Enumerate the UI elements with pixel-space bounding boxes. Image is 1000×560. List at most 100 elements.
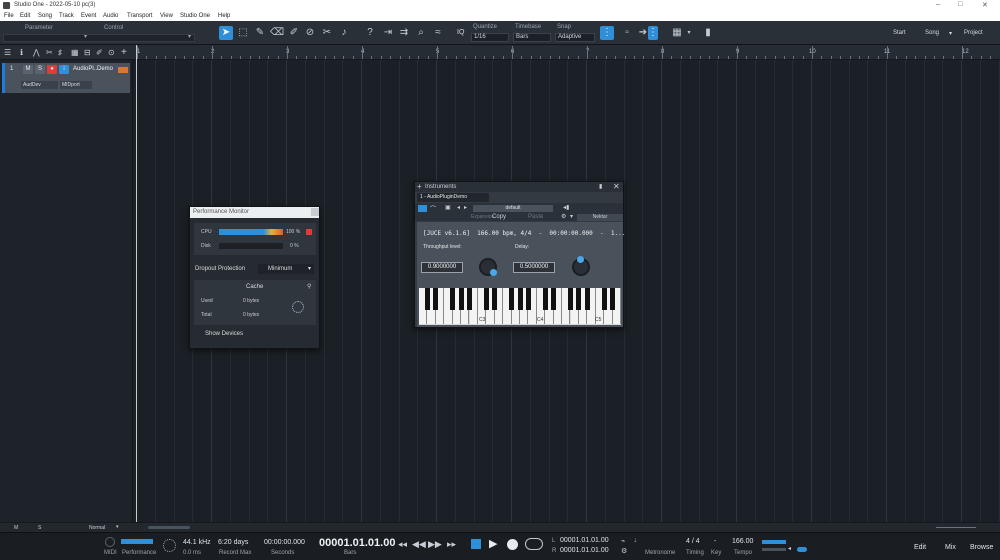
mode-select[interactable]: Normal	[89, 525, 105, 531]
zoom-slider[interactable]	[936, 527, 976, 528]
record-arm-button[interactable]: ●	[47, 65, 57, 74]
edit-icon[interactable]: ✐	[96, 48, 103, 57]
piano-black-key[interactable]	[458, 288, 464, 310]
pencil-tool-button[interactable]: ✎	[253, 26, 267, 40]
piano-black-key[interactable]	[450, 288, 456, 310]
solo-all-button[interactable]: S	[38, 525, 41, 531]
chevron-down-icon[interactable]: ▾	[570, 213, 573, 220]
listen-tool-button[interactable]: ♪	[337, 26, 351, 40]
output-select[interactable]: MIDport	[60, 81, 92, 89]
metronome-icon[interactable]: ♩	[634, 537, 641, 544]
range-tool-button[interactable]: ⬚	[236, 26, 250, 40]
scissor-icon[interactable]: ✂	[46, 48, 53, 57]
add-icon[interactable]: +	[417, 182, 422, 192]
piano-black-key[interactable]	[568, 288, 573, 310]
arrow-tool-button[interactable]: ➤	[219, 26, 233, 40]
project-page-button[interactable]: Project	[964, 30, 983, 36]
key-value[interactable]: -	[714, 538, 716, 545]
automation-icon[interactable]: ⋀	[33, 48, 40, 57]
record-button[interactable]	[507, 539, 518, 550]
quantize-select[interactable]: 1/16	[471, 33, 509, 42]
mute-tool-button[interactable]: ⊘	[303, 26, 317, 40]
play-button[interactable]: ▶	[489, 537, 497, 550]
return-to-zero-icon[interactable]: ◂◂	[398, 539, 407, 550]
mute-button[interactable]: M	[23, 65, 33, 74]
menu-event[interactable]: Event	[81, 13, 96, 19]
song-page-button[interactable]: Song	[925, 30, 939, 36]
chevron-down-icon[interactable]: ▾	[949, 30, 952, 37]
menu-view[interactable]: View	[160, 13, 173, 19]
solo-button[interactable]: S	[35, 65, 45, 74]
next-preset-icon[interactable]: ▸	[464, 204, 467, 211]
performance-label[interactable]: Performance	[122, 550, 156, 556]
close-icon[interactable]: ✕	[613, 182, 620, 192]
end-icon[interactable]: ▸▸	[447, 539, 456, 550]
bend-icon[interactable]: ≈	[431, 26, 445, 40]
menu-transport[interactable]: Transport	[127, 13, 152, 19]
loop-start-icon[interactable]: ▫	[620, 26, 634, 40]
mix-view-button[interactable]: Mix	[945, 544, 956, 551]
stop-button[interactable]	[471, 539, 481, 549]
parameter-field[interactable]	[3, 34, 195, 42]
piano-black-key[interactable]	[551, 288, 557, 310]
piano-black-key[interactable]	[584, 288, 590, 310]
tempo-value[interactable]: 166.00	[732, 538, 753, 545]
piano-black-key[interactable]	[576, 288, 582, 310]
close-icon[interactable]: ✕	[982, 1, 988, 9]
paste-button[interactable]: Paste	[528, 214, 543, 220]
show-devices-button[interactable]: Show Devices	[205, 331, 243, 337]
eraser-tool-button[interactable]: ⌫	[270, 26, 284, 40]
info-icon[interactable]: ℹ	[20, 48, 23, 57]
menu-edit[interactable]: Edit	[20, 13, 30, 19]
rewind-icon[interactable]: ◀◀	[412, 539, 426, 550]
piano-black-key[interactable]	[467, 288, 472, 310]
copy-button[interactable]: Copy	[492, 214, 506, 220]
time-signature[interactable]: 4 / 4	[686, 538, 700, 545]
zoom-icon[interactable]: ⌕	[414, 26, 428, 40]
close-icon[interactable]	[311, 208, 319, 216]
auto-scroll-icon[interactable]: ⇥	[381, 26, 395, 40]
playhead[interactable]	[136, 45, 137, 522]
menu-icon[interactable]: ☰	[4, 48, 11, 57]
follow-icon[interactable]: ⇉	[397, 26, 411, 40]
preset-select[interactable]: default	[473, 205, 553, 212]
throughput-knob[interactable]	[479, 258, 497, 276]
precount-icon[interactable]: ⌁	[621, 537, 625, 545]
piano-black-key[interactable]	[424, 288, 430, 310]
speaker-icon[interactable]: ◂	[788, 545, 791, 552]
chevron-down-icon[interactable]: ▾	[116, 524, 119, 530]
volume-toggle[interactable]	[797, 547, 807, 552]
piano-black-key[interactable]	[433, 288, 439, 310]
grid-icon[interactable]: ▦	[71, 48, 79, 57]
chevron-down-icon[interactable]: ▾	[84, 33, 87, 40]
performance-meter[interactable]	[121, 539, 153, 544]
input-select[interactable]: AudDev	[21, 81, 58, 89]
maximize-icon[interactable]: □	[958, 1, 962, 8]
position-display[interactable]: 00001.01.01.00	[319, 537, 395, 549]
loop-start-value[interactable]: 00001.01.01.00	[560, 537, 609, 544]
automation-icon[interactable]: ⌒	[430, 204, 436, 213]
piano-black-key[interactable]	[492, 288, 498, 310]
nektar-select[interactable]: Nektar	[577, 214, 623, 221]
piano-black-key[interactable]	[509, 288, 515, 310]
power-icon[interactable]	[418, 205, 427, 212]
chevron-down-icon[interactable]: ▾	[682, 26, 696, 40]
timeline-ruler[interactable]: 1 2 3 4 5 6 7 8 9 10 11 12	[133, 45, 1000, 60]
track-name[interactable]: AudioPl..Demo	[73, 66, 113, 72]
link-icon[interactable]: ⋮	[648, 26, 658, 40]
menu-audio[interactable]: Audio	[103, 13, 118, 19]
clock-icon[interactable]: ⊙	[108, 48, 115, 57]
loop-button[interactable]	[525, 538, 543, 550]
prev-preset-icon[interactable]: ◂	[457, 204, 460, 211]
mute-all-button[interactable]: M	[14, 525, 18, 531]
menu-track[interactable]: Track	[59, 13, 74, 19]
start-page-button[interactable]: Start	[893, 30, 906, 36]
filter-icon[interactable]: ⊟	[84, 48, 91, 57]
midi-learn-icon[interactable]: ◂▮	[563, 204, 569, 211]
metronome-label[interactable]: Metronome	[645, 550, 675, 556]
piano-black-key[interactable]	[483, 288, 489, 310]
monitor-button[interactable]: i	[59, 65, 69, 74]
metronome-settings-icon[interactable]: ⚙	[621, 547, 627, 555]
fast-forward-icon[interactable]: ▶▶	[428, 539, 442, 550]
piano-black-key[interactable]	[542, 288, 548, 310]
